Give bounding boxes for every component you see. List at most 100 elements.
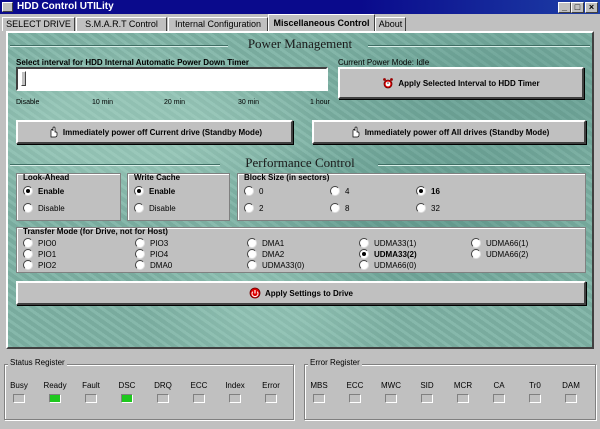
maximize-button[interactable]: □ (571, 2, 584, 13)
tick-label: 1 hour (310, 99, 330, 106)
writecache-group: Write Cache Enable Disable (127, 173, 230, 221)
lookahead-disable-radio[interactable]: Disable (23, 203, 65, 213)
status-bit-ecc: ECC (184, 381, 214, 403)
transfer-udma33-2-radio[interactable]: UDMA33(2) (359, 249, 417, 259)
app-icon (2, 2, 13, 12)
power-timer-slider[interactable] (16, 67, 328, 91)
transfer-pio1-radio[interactable]: PIO1 (23, 249, 56, 259)
led-indicator (157, 394, 169, 403)
transfer-dma2-radio[interactable]: DMA2 (247, 249, 284, 259)
divider (10, 45, 228, 47)
status-bit-busy: Busy (4, 381, 34, 403)
error-bit-sid: SID (412, 381, 442, 403)
blocksize-4-radio[interactable]: 4 (330, 186, 349, 196)
led-indicator (457, 394, 469, 403)
tick-label: Disable (16, 99, 40, 106)
transfer-pio2-radio[interactable]: PIO2 (23, 260, 56, 270)
error-bit-tr0: Tr0 (520, 381, 550, 403)
transfer-mode-title: Transfer Mode (for Drive, not for Host) (23, 227, 168, 236)
status-register-title: Status Register (8, 358, 67, 367)
divider (368, 45, 590, 47)
status-bit-drq: DRQ (148, 381, 178, 403)
transfer-udma33-1-radio[interactable]: UDMA33(1) (359, 238, 416, 248)
standby-all-button[interactable]: Immediately power off All drives (Standb… (312, 120, 586, 144)
transfer-dma1-radio[interactable]: DMA1 (247, 238, 284, 248)
writecache-enable-radio[interactable]: Enable (134, 186, 175, 196)
main-panel: Power Management Select interval for HDD… (6, 31, 594, 349)
hand-pointer-icon (352, 126, 360, 138)
transfer-mode-group: Transfer Mode (for Drive, not for Host) … (16, 227, 586, 273)
standby-all-label: Immediately power off All drives (Standb… (364, 127, 550, 137)
error-bit-mwc: MWC (376, 381, 406, 403)
led-indicator (349, 394, 361, 403)
lookahead-title: Look-Ahead (23, 173, 70, 182)
current-power-mode: Current Power Mode: Idle (338, 58, 430, 67)
transfer-pio4-radio[interactable]: PIO4 (135, 249, 168, 259)
led-indicator (565, 394, 577, 403)
apply-settings-button[interactable]: Apply Settings to Drive (16, 281, 586, 305)
lookahead-enable-radio[interactable]: Enable (23, 186, 64, 196)
power-stop-icon (249, 287, 261, 299)
led-indicator (529, 394, 541, 403)
led-indicator (193, 394, 205, 403)
title-bar: HDD Control UTILity _ □ × (0, 0, 600, 14)
tab-select-drive[interactable]: SELECT DRIVE (2, 17, 75, 31)
transfer-pio0-radio[interactable]: PIO0 (23, 238, 56, 248)
register-area: Status Register Busy Ready Fault DSC DRQ… (0, 353, 600, 429)
transfer-udma66-2-radio[interactable]: UDMA66(2) (471, 249, 528, 259)
tick-label: 20 min (164, 99, 186, 106)
led-indicator (385, 394, 397, 403)
error-bit-mcr: MCR (448, 381, 478, 403)
blocksize-16-radio[interactable]: 16 (416, 186, 440, 196)
blocksize-8-radio[interactable]: 8 (330, 203, 349, 213)
transfer-dma0-radio[interactable]: DMA0 (135, 260, 172, 270)
error-register-title: Error Register (308, 358, 362, 367)
status-bit-error: Error (256, 381, 286, 403)
tab-internal-configuration[interactable]: Internal Configuration (168, 17, 268, 31)
status-bit-dsc: DSC (112, 381, 142, 403)
blocksize-32-radio[interactable]: 32 (416, 203, 440, 213)
writecache-title: Write Cache (134, 173, 181, 182)
status-bit-fault: Fault (76, 381, 106, 403)
led-indicator (85, 394, 97, 403)
writecache-disable-radio[interactable]: Disable (134, 203, 176, 213)
transfer-udma33-0-radio[interactable]: UDMA33(0) (247, 260, 304, 270)
tab-strip: SELECT DRIVE S.M.A.R.T Control Internal … (0, 14, 600, 31)
divider (10, 164, 220, 166)
close-button[interactable]: × (585, 2, 598, 13)
led-indicator (493, 394, 505, 403)
performance-control-title: Performance Control (245, 155, 355, 170)
transfer-udma66-1-radio[interactable]: UDMA66(1) (471, 238, 528, 248)
led-indicator (421, 394, 433, 403)
hand-pointer-icon (50, 126, 58, 138)
tick-label: 10 min (92, 99, 114, 106)
transfer-udma66-0-radio[interactable]: UDMA66(0) (359, 260, 416, 270)
apply-settings-label: Apply Settings to Drive (264, 288, 353, 298)
error-bit-dam: DAM (556, 381, 586, 403)
divider (378, 164, 590, 166)
interval-label: Select interval for HDD Internal Automat… (16, 58, 249, 67)
window-title: HDD Control UTILity (17, 1, 114, 12)
tab-miscellaneous-control[interactable]: Miscellaneous Control (268, 14, 375, 31)
alarm-clock-icon (383, 78, 394, 89)
blocksize-title: Block Size (in sectors) (244, 173, 330, 182)
standby-current-label: Immediately power off Current drive (Sta… (62, 127, 263, 137)
error-bit-ecc: ECC (340, 381, 370, 403)
error-bit-mbs: MBS (304, 381, 334, 403)
error-bit-ca: CA (484, 381, 514, 403)
blocksize-2-radio[interactable]: 2 (244, 203, 263, 213)
led-indicator (229, 394, 241, 403)
blocksize-0-radio[interactable]: 0 (244, 186, 263, 196)
slider-thumb[interactable] (21, 71, 26, 86)
led-indicator (313, 394, 325, 403)
minimize-button[interactable]: _ (558, 2, 571, 13)
led-indicator (13, 394, 25, 403)
lookahead-group: Look-Ahead Enable Disable (16, 173, 121, 221)
standby-current-button[interactable]: Immediately power off Current drive (Sta… (16, 120, 293, 144)
apply-interval-button[interactable]: Apply Selected Interval to HDD Timer (338, 67, 584, 99)
tab-smart-control[interactable]: S.M.A.R.T Control (76, 17, 167, 31)
transfer-pio3-radio[interactable]: PIO3 (135, 238, 168, 248)
power-management-title: Power Management (247, 36, 353, 51)
led-indicator (121, 394, 133, 403)
tab-about[interactable]: About (375, 17, 406, 31)
